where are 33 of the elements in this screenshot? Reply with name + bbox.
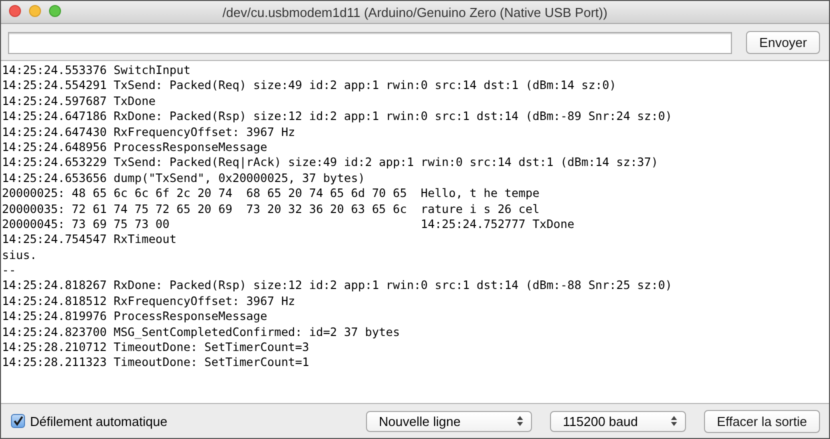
checkbox[interactable]	[11, 414, 25, 428]
log-line: 14:25:24.653229 TxSend: Packed(Req|rAck) size:49 id:2 app:1 rwin:0 src:14 dst:1 (dBm:14 sz:37)	[2, 155, 658, 171]
log-line: 14:25:24.818512 RxFrequencyOffset: 3967 Hz	[2, 294, 296, 310]
log-line: 14:25:24.554291 TxSend: Packed(Req) size:49 id:2 app:1 rwin:0 src:14 dst:1 (dBm:14 sz:0)	[2, 78, 616, 94]
minimize-button[interactable]	[29, 5, 41, 17]
input-field[interactable]	[8, 32, 732, 54]
clear-output-button[interactable]: Effacer la sortie	[704, 410, 820, 432]
log-line: 14:25:24.647186 RxDone: Packed(Rsp) size:12 id:2 app:1 rwin:0 src:1 dst:14 (dBm:-89 Snr:24 sz:0)	[2, 109, 672, 125]
baud-rate-dropdown[interactable]: 115200 baud	[550, 410, 686, 432]
log-line: 14:25:24.754547 RxTimeout	[2, 232, 177, 248]
log-line: 14:25:28.210712 TimeoutDone: SetTimerCount=3	[2, 340, 310, 356]
line-ending-dropdown[interactable]: Nouvelle ligne	[366, 410, 532, 432]
log-line: sius.	[2, 248, 37, 264]
zoom-button[interactable]	[49, 5, 61, 17]
log-line: 14:25:24.597687 TxDone	[2, 94, 156, 110]
window-title: /dev/cu.usbmodem1d11 (Arduino/Genuino Zero (Native USB Port))	[222, 4, 608, 20]
log-line: 14:25:28.211323 TimeoutDone: SetTimerCount=1	[2, 355, 310, 371]
send-button[interactable]: Envoyer	[746, 31, 820, 54]
log-line: 14:25:24.553376 SwitchInput	[2, 63, 190, 78]
log-line: 14:25:24.648956 ProcessResponseMessage	[2, 140, 268, 156]
up-down-arrows-icon	[516, 416, 523, 426]
log-line: 14:25:24.819976 ProcessResponseMessage	[2, 309, 268, 325]
log-line: 14:25:24.653656 dump("TxSend", 0x20000025, 37 bytes)	[2, 170, 365, 186]
log-line: 20000025: 48 65 6c 6c 6f 2c 20 74 68 65 20 74 65 6d 70 65 Hello, t he tempe	[2, 186, 540, 202]
log-line: 20000045: 73 69 75 73 00 14:25:24.752777 TxDone	[2, 216, 574, 232]
up-down-arrows-icon	[670, 416, 677, 426]
log-line: 14:25:24.823700 MSG_SentCompletedConfirmed: id=2 37 bytes	[2, 324, 400, 340]
log-line: 20000035: 72 61 74 75 72 65 20 69 73 20 32 36 20 63 65 6c rature i s 26 cel	[2, 202, 540, 217]
log-line: 14:25:24.818267 RxDone: Packed(Rsp) size:12 id:2 app:1 rwin:0 src:1 dst:14 (dBm:-88 Snr:25 sz:0)	[2, 278, 672, 294]
close-button[interactable]	[9, 5, 21, 17]
autoscroll-label: Défilement automatique	[30, 414, 168, 428]
log-line: --	[2, 263, 16, 278]
log-line: 14:25:24.647430 RxFrequencyOffset: 3967 Hz	[2, 124, 296, 140]
